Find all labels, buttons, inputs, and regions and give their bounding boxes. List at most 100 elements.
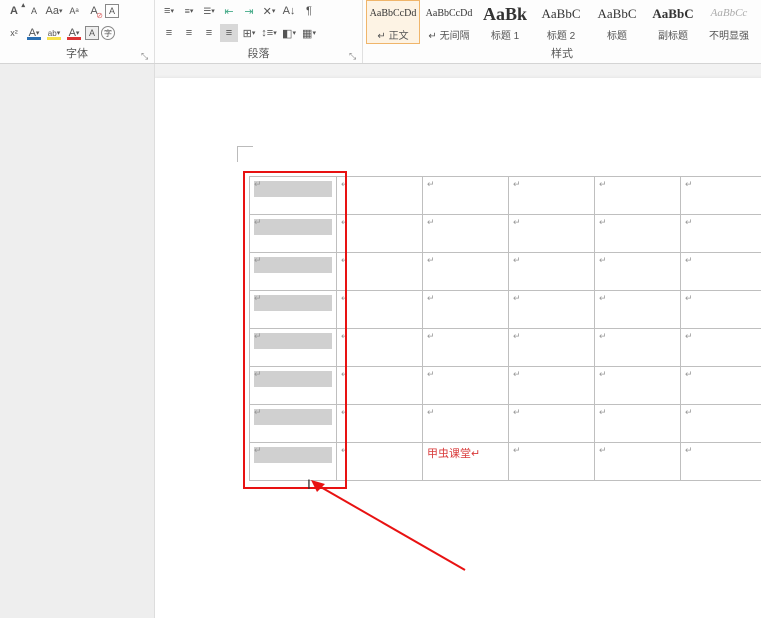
table-cell[interactable]: ↵ (250, 329, 337, 367)
table-cell[interactable]: ↵ (595, 177, 681, 215)
style-item-0[interactable]: AaBbCcDd↵ 正文 (366, 0, 420, 44)
style-item-2[interactable]: AaBk标题 1 (478, 0, 532, 44)
table-cell[interactable]: ↵ (509, 443, 595, 481)
table-cell[interactable]: ↵ (595, 253, 681, 291)
table-cell[interactable]: ↵ (250, 215, 337, 253)
align-left-button[interactable]: ≡ (160, 24, 178, 42)
table-cell[interactable]: ↵ (595, 215, 681, 253)
table-cell[interactable]: ↵ (423, 329, 509, 367)
style-item-3[interactable]: AaBbC标题 2 (534, 0, 588, 44)
table-row[interactable]: ↵↵↵↵↵↵ (250, 329, 761, 367)
shading-button[interactable]: ◧▾ (280, 24, 298, 42)
justify-button[interactable]: ≡ (220, 24, 238, 42)
table-cell[interactable]: ↵ (681, 253, 761, 291)
table-cell[interactable]: ↵ (337, 405, 423, 443)
table-row[interactable]: ↵↵↵↵↵↵ (250, 367, 761, 405)
style-item-6[interactable]: AaBbCc不明显强 (702, 0, 756, 44)
shrink-font-button[interactable]: A (25, 2, 43, 20)
style-name: ↵ 无间隔 (428, 27, 469, 42)
font-color-2-button[interactable]: A▾ (65, 24, 83, 42)
table-cell[interactable]: ↵ (509, 367, 595, 405)
table-cell[interactable]: ↵ (681, 367, 761, 405)
table-cell[interactable]: ↵ (337, 291, 423, 329)
table-cell[interactable]: ↵ (250, 405, 337, 443)
style-item-1[interactable]: AaBbCcDd↵ 无间隔 (422, 0, 476, 44)
table-cell[interactable]: ↵ (595, 405, 681, 443)
clear-formatting-button[interactable]: A⊘ (85, 2, 103, 20)
table-cell[interactable]: ↵ (509, 215, 595, 253)
borders-button[interactable]: ▦▾ (300, 24, 318, 42)
bullets-button[interactable]: ≡▾ (160, 2, 178, 20)
table-cell[interactable]: ↵ (337, 215, 423, 253)
highlight-button[interactable]: ab▾ (45, 24, 63, 42)
paragraph-mark-icon: ↵ (599, 369, 607, 380)
table-cell[interactable]: ↵ (423, 253, 509, 291)
table-row[interactable]: ↵↵↵↵↵↵ (250, 215, 761, 253)
table-cell[interactable]: ↵ (509, 329, 595, 367)
numbering-button[interactable]: ≡▾ (180, 2, 198, 20)
document-table[interactable]: ↵↵↵↵↵↵↵↵↵↵↵↵↵↵↵↵↵↵↵↵↵↵↵↵↵↵↵↵↵↵↵↵↵↵↵↵↵↵↵↵… (249, 176, 761, 481)
multilevel-button[interactable]: ☰▾ (200, 2, 218, 20)
table-cell[interactable]: ↵ (681, 443, 761, 481)
table-cell[interactable]: ↵ (595, 329, 681, 367)
change-case-button[interactable]: Aa▾ (45, 2, 63, 20)
distribute-button[interactable]: ⊞▾ (240, 24, 258, 42)
grow-font-icon[interactable]: A▴ (5, 2, 23, 20)
table-cell[interactable]: 甲虫课堂↵ (423, 443, 509, 481)
table-cell[interactable]: ↵ (337, 367, 423, 405)
show-marks-button[interactable]: ¶ (300, 2, 318, 20)
paragraph-dialog-launcher-icon[interactable]: ⤡ (349, 51, 359, 61)
table-cell[interactable]: ↵ (681, 329, 761, 367)
font-color-button[interactable]: A▾ (25, 24, 43, 42)
table-cell[interactable]: ↵ (595, 291, 681, 329)
table-cell[interactable]: ↵ (595, 367, 681, 405)
table-cell[interactable]: ↵ (423, 215, 509, 253)
styles-group: AaBbCcDd↵ 正文AaBbCcDd↵ 无间隔AaBk标题 1AaBbC标题… (363, 0, 761, 63)
phonetic-guide-button[interactable]: Aᵃ (65, 2, 83, 20)
align-right-button[interactable]: ≡ (200, 24, 218, 42)
table-cell[interactable]: ↵ (509, 177, 595, 215)
style-item-5[interactable]: AaBbC副标题 (646, 0, 700, 44)
table-row[interactable]: ↵↵↵↵↵↵ (250, 177, 761, 215)
subscript-button[interactable]: x² (5, 24, 23, 42)
table-cell[interactable]: ↵ (337, 329, 423, 367)
asian-layout-button[interactable]: ✕▾ (260, 2, 278, 20)
table-cell[interactable]: ↵ (423, 291, 509, 329)
table-row[interactable]: ↵↵↵↵↵↵ (250, 291, 761, 329)
table-row[interactable]: ↵↵↵↵↵↵ (250, 253, 761, 291)
align-center-button[interactable]: ≡ (180, 24, 198, 42)
table-cell[interactable]: ↵ (509, 405, 595, 443)
table-row[interactable]: ↵↵甲虫课堂↵↵↵↵ (250, 443, 761, 481)
table-cell[interactable]: ↵ (250, 367, 337, 405)
increase-indent-button[interactable]: ⇥ (240, 2, 258, 20)
decrease-indent-button[interactable]: ⇤ (220, 2, 238, 20)
paragraph-mark-icon: ↵ (341, 293, 349, 304)
table-cell[interactable]: ↵ (681, 291, 761, 329)
table-cell[interactable]: ↵ (337, 253, 423, 291)
table-cell[interactable]: ↵ (250, 177, 337, 215)
table-cell[interactable]: ↵ (337, 443, 423, 481)
table-cell[interactable]: ↵ (337, 177, 423, 215)
sort-button[interactable]: A↓ (280, 2, 298, 20)
table-cell[interactable]: ↵ (423, 177, 509, 215)
table-cell[interactable]: ↵ (509, 291, 595, 329)
document-page[interactable]: ↵↵↵↵↵↵↵↵↵↵↵↵↵↵↵↵↵↵↵↵↵↵↵↵↵↵↵↵↵↵↵↵↵↵↵↵↵↵↵↵… (155, 78, 761, 618)
enclose-char-button[interactable]: 字 (101, 26, 115, 40)
table-row[interactable]: ↵↵↵↵↵↵ (250, 405, 761, 443)
table-cell[interactable]: ↵ (250, 291, 337, 329)
table-cell[interactable]: ↵ (423, 405, 509, 443)
table-cell[interactable]: ↵ (250, 253, 337, 291)
char-shading-button[interactable]: A (85, 26, 99, 40)
font-dialog-launcher-icon[interactable]: ⤡ (141, 51, 151, 61)
table-cell[interactable]: ↵ (509, 253, 595, 291)
table-cell[interactable]: ↵ (595, 443, 681, 481)
table-cell[interactable]: ↵ (681, 215, 761, 253)
style-item-4[interactable]: AaBbC标题 (590, 0, 644, 44)
char-border-button[interactable]: A (105, 4, 119, 18)
table-cell[interactable]: ↵ (681, 405, 761, 443)
table-cell[interactable]: ↵ (423, 367, 509, 405)
page-area[interactable]: ↵↵↵↵↵↵↵↵↵↵↵↵↵↵↵↵↵↵↵↵↵↵↵↵↵↵↵↵↵↵↵↵↵↵↵↵↵↵↵↵… (155, 64, 761, 618)
table-cell[interactable]: ↵ (250, 443, 337, 481)
line-spacing-button[interactable]: ↕≡▾ (260, 24, 278, 42)
table-cell[interactable]: ↵ (681, 177, 761, 215)
